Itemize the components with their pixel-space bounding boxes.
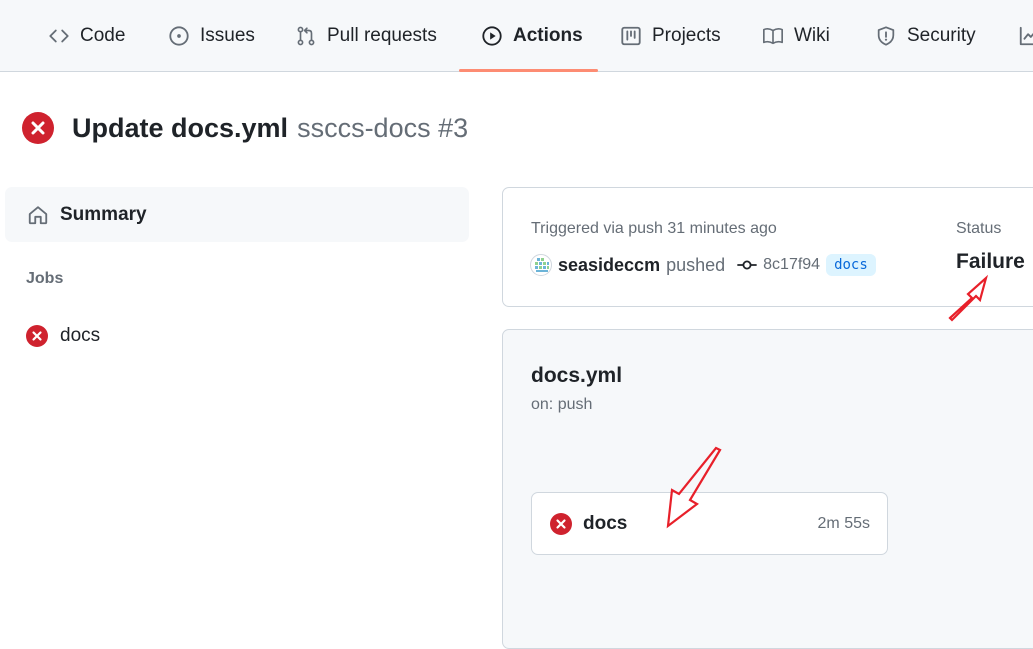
tab-code-label: Code — [80, 25, 126, 46]
x-circle-fill-icon — [26, 325, 48, 347]
play-icon — [482, 26, 502, 46]
workflow-graph-card: docs.yml on: push docs 2m 55s — [502, 329, 1033, 649]
tab-actions-label: Actions — [513, 25, 583, 46]
push-info: seasideccm pushed 8c17f94 docs — [530, 252, 876, 278]
graph-icon — [1019, 26, 1033, 46]
job-node-name: docs — [583, 512, 628, 534]
sidebar-job-label: docs — [60, 325, 101, 346]
status-value: Failure — [956, 250, 1025, 273]
push-action: pushed — [666, 254, 726, 275]
shield-icon — [877, 26, 895, 46]
issue-icon — [169, 26, 189, 46]
code-icon — [49, 29, 69, 43]
actor-name[interactable]: seasideccm — [558, 255, 660, 276]
tab-actions[interactable]: Actions — [481, 0, 583, 72]
sidebar-item-job-docs[interactable]: docs — [26, 322, 100, 350]
tab-insights-partial[interactable] — [1018, 0, 1033, 72]
tab-issues[interactable]: Issues — [168, 0, 255, 72]
job-node-docs[interactable]: docs 2m 55s — [531, 492, 888, 555]
tab-pull-requests[interactable]: Pull requests — [295, 0, 437, 72]
tab-code[interactable]: Code — [48, 0, 125, 72]
sidebar-summary-label: Summary — [60, 203, 147, 225]
project-icon — [621, 26, 641, 46]
git-commit-icon — [737, 260, 758, 270]
tab-issues-label: Issues — [200, 25, 255, 46]
active-tab-indicator — [459, 69, 598, 72]
tab-wiki[interactable]: Wiki — [762, 0, 830, 72]
book-icon — [763, 28, 783, 45]
x-circle-fill-icon — [550, 512, 572, 535]
avatar[interactable] — [530, 254, 552, 276]
run-title-row: Update docs.yml ssccs-docs #3 — [22, 108, 468, 148]
commit-sha-link[interactable]: 8c17f94 — [763, 256, 820, 274]
jobs-heading: Jobs — [26, 270, 64, 287]
workflow-trigger: on: push — [531, 396, 593, 413]
tab-pull-requests-label: Pull requests — [327, 25, 437, 46]
branch-label[interactable]: docs — [826, 254, 876, 276]
tab-security-label: Security — [907, 25, 976, 46]
workflow-file-name: docs.yml — [531, 364, 623, 387]
job-duration: 2m 55s — [817, 514, 870, 532]
tab-projects-label: Projects — [652, 25, 721, 46]
tab-wiki-label: Wiki — [794, 25, 830, 46]
x-circle-fill-icon — [22, 112, 54, 144]
trigger-text: Triggered via push 31 minutes ago — [531, 220, 777, 237]
home-icon — [28, 205, 48, 224]
run-workflow-number: ssccs-docs #3 — [297, 112, 469, 143]
run-summary-card: Triggered via push 31 minutes ago seasid… — [502, 187, 1033, 307]
tab-security[interactable]: Security — [875, 0, 976, 72]
tab-projects[interactable]: Projects — [620, 0, 721, 72]
sidebar-item-summary[interactable]: Summary — [5, 187, 469, 242]
status-label: Status — [956, 220, 1002, 237]
repo-nav: Code Issues Pull requests Actions Projec… — [0, 0, 1033, 72]
run-title: Update docs.yml — [72, 112, 289, 143]
pull-request-icon — [297, 26, 315, 46]
